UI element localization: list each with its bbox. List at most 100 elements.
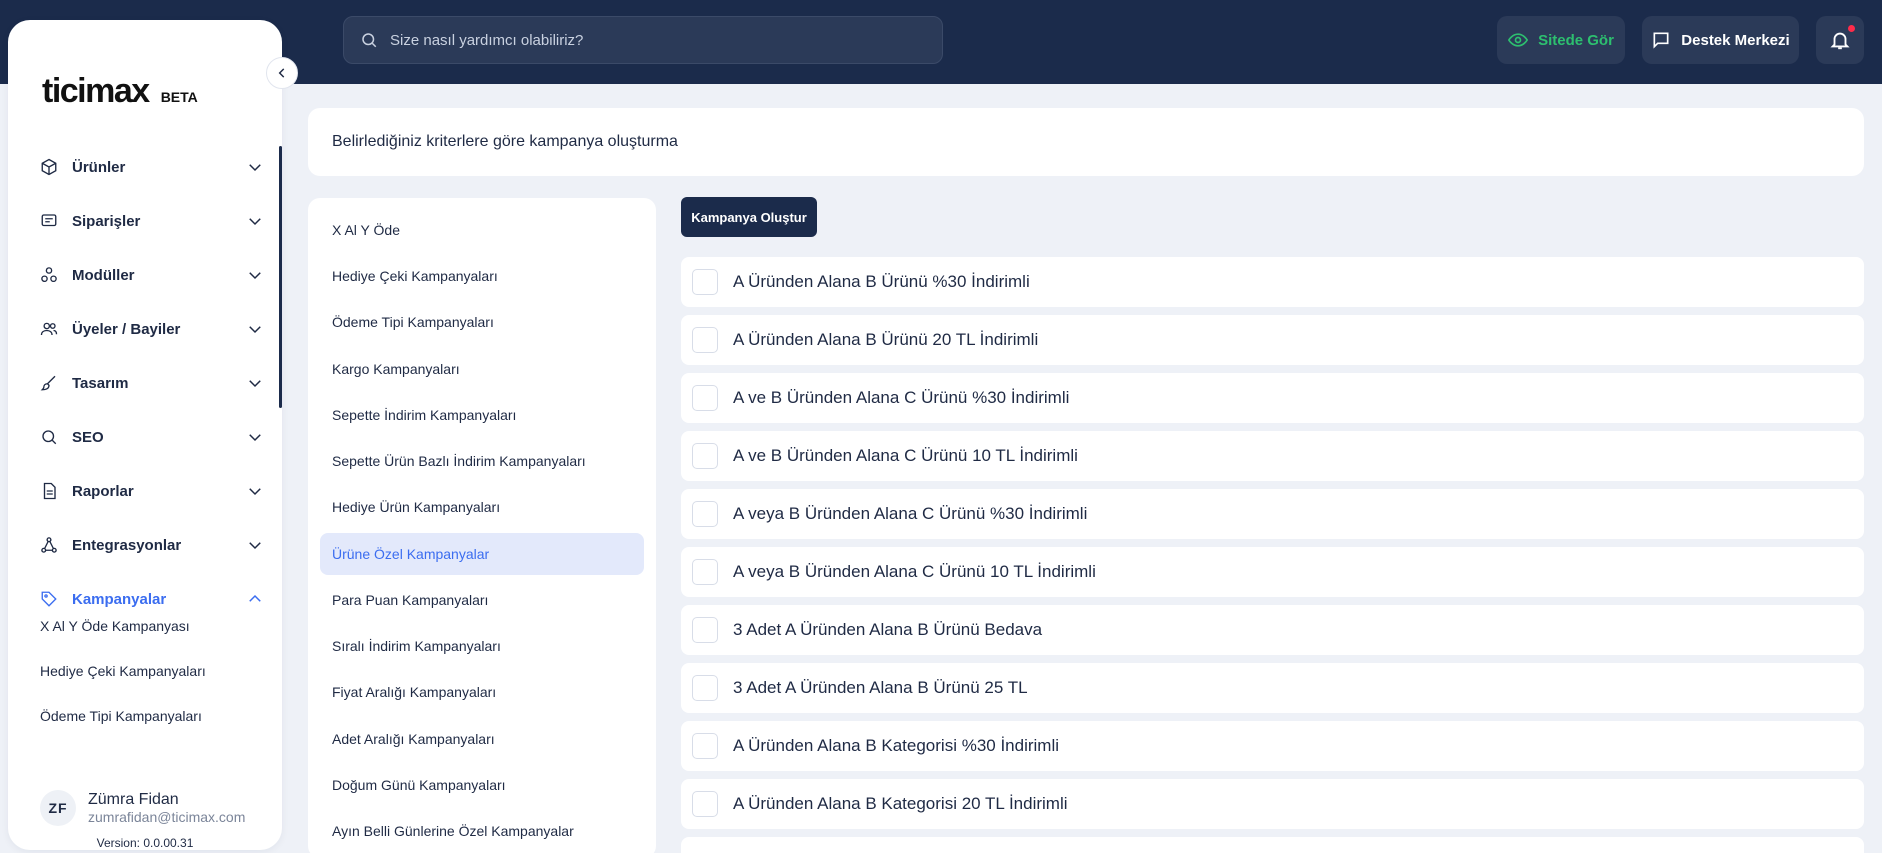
sidebar-item-label: SEO	[72, 428, 104, 446]
search-icon	[360, 31, 378, 49]
sidebar-item-members[interactable]: Üyeler / Bayiler	[30, 309, 270, 349]
campaign-option-row[interactable]: A Üründen Alana B Ürünü %30 İndirimli	[681, 257, 1864, 307]
category-item[interactable]: Sepette Ürün Bazlı İndirim Kampanyaları	[320, 440, 644, 482]
ticimax-logo: ticimax BETA	[42, 72, 198, 111]
chevron-down-icon	[246, 320, 264, 338]
category-item-selected[interactable]: Ürüne Özel Kampanyalar	[320, 533, 644, 575]
option-checkbox[interactable]	[692, 443, 718, 469]
chevron-down-icon	[246, 482, 264, 500]
option-label: A Üründen Alana B Ürünü 20 TL İndirimli	[733, 330, 1039, 349]
brush-icon	[40, 374, 58, 392]
view-site-button[interactable]: Sitede Gör	[1497, 16, 1625, 64]
sidebar-item-label: Ürünler	[72, 158, 126, 176]
option-checkbox[interactable]	[692, 269, 718, 295]
campaign-option-row[interactable]: A Üründen Alana B Kategorisi %30 İndirim…	[681, 721, 1864, 771]
category-item[interactable]: X Al Y Öde	[320, 209, 644, 251]
notification-dot	[1848, 25, 1855, 32]
campaign-option-row-partial[interactable]	[681, 837, 1864, 853]
sidebar-item-integrations[interactable]: Entegrasyonlar	[30, 525, 270, 565]
option-label: A veya B Üründen Alana C Ürünü 10 TL İnd…	[733, 562, 1096, 581]
user-email: zumrafidan@ticimax.com	[88, 809, 246, 825]
option-label: A ve B Üründen Alana C Ürünü 10 TL İndir…	[733, 446, 1078, 465]
avatar: ZF	[40, 790, 76, 826]
sidebar-item-label: Kampanyalar	[72, 590, 167, 608]
campaign-category-list: X Al Y Öde Hediye Çeki Kampanyaları Ödem…	[308, 198, 656, 853]
option-checkbox[interactable]	[692, 385, 718, 411]
option-checkbox[interactable]	[692, 559, 718, 585]
option-label: 3 Adet A Üründen Alana B Ürünü 25 TL	[733, 678, 1028, 697]
sidebar-subitem-x-al-y-ode[interactable]: X Al Y Öde Kampanyası	[40, 618, 190, 634]
user-profile[interactable]: ZF Zümra Fidan zumrafidan@ticimax.com	[40, 790, 245, 826]
campaign-option-row[interactable]: A Üründen Alana B Kategorisi 20 TL İndir…	[681, 779, 1864, 829]
sidebar-item-orders[interactable]: Siparişler	[30, 201, 270, 241]
campaign-option-row[interactable]: 3 Adet A Üründen Alana B Ürünü Bedava	[681, 605, 1864, 655]
sidebar-item-reports[interactable]: Raporlar	[30, 471, 270, 511]
sidebar-item-campaigns[interactable]: Kampanyalar	[30, 579, 270, 619]
option-label: A ve B Üründen Alana C Ürünü %30 İndirim…	[733, 388, 1070, 407]
create-campaign-button[interactable]: Kampanya Oluştur	[681, 197, 817, 237]
option-label: A Üründen Alana B Ürünü %30 İndirimli	[733, 272, 1030, 291]
category-item[interactable]: Doğum Günü Kampanyaları	[320, 764, 644, 806]
campaign-option-row[interactable]: A ve B Üründen Alana C Ürünü %30 İndirim…	[681, 373, 1864, 423]
category-item[interactable]: Adet Aralığı Kampanyaları	[320, 718, 644, 760]
tag-icon	[40, 590, 58, 608]
support-center-button[interactable]: Destek Merkezi	[1642, 16, 1799, 64]
sidebar-item-label: Modüller	[72, 266, 135, 284]
modules-icon	[40, 266, 58, 284]
sidebar-item-design[interactable]: Tasarım	[30, 363, 270, 403]
report-icon	[40, 482, 58, 500]
campaign-option-row[interactable]: A Üründen Alana B Ürünü 20 TL İndirimli	[681, 315, 1864, 365]
campaign-option-row[interactable]: A ve B Üründen Alana C Ürünü 10 TL İndir…	[681, 431, 1864, 481]
option-label: A Üründen Alana B Kategorisi %30 İndirim…	[733, 736, 1060, 755]
category-item[interactable]: Sıralı İndirim Kampanyaları	[320, 625, 644, 667]
option-checkbox[interactable]	[692, 501, 718, 527]
sidebar-subitem-gift-voucher[interactable]: Hediye Çeki Kampanyaları	[40, 663, 206, 679]
sidebar-collapse-button[interactable]	[266, 57, 298, 89]
receipt-icon	[40, 212, 58, 230]
sidebar-item-products[interactable]: Ürünler	[30, 147, 270, 187]
category-item[interactable]: Hediye Ürün Kampanyaları	[320, 486, 644, 528]
sidebar-item-label: Siparişler	[72, 212, 141, 230]
campaign-option-row[interactable]: A veya B Üründen Alana C Ürünü 10 TL İnd…	[681, 547, 1864, 597]
view-site-label: Sitede Gör	[1538, 31, 1614, 49]
option-checkbox[interactable]	[692, 327, 718, 353]
search-input[interactable]	[390, 31, 910, 49]
box-icon	[40, 158, 58, 176]
chevron-up-icon	[246, 590, 264, 608]
category-item[interactable]: Ödeme Tipi Kampanyaları	[320, 301, 644, 343]
category-item[interactable]: Ayın Belli Günlerine Özel Kampanyalar	[320, 810, 644, 852]
page-title-card: Belirlediğiniz kriterlere göre kampanya …	[308, 108, 1864, 176]
sidebar-item-label: Üyeler / Bayiler	[72, 320, 181, 338]
category-item[interactable]: Sepette İndirim Kampanyaları	[320, 394, 644, 436]
campaign-option-row[interactable]: A veya B Üründen Alana C Ürünü %30 İndir…	[681, 489, 1864, 539]
chevron-down-icon	[246, 536, 264, 554]
option-checkbox[interactable]	[692, 733, 718, 759]
support-center-label: Destek Merkezi	[1681, 31, 1790, 49]
category-item[interactable]: Fiyat Aralığı Kampanyaları	[320, 671, 644, 713]
page-title: Belirlediğiniz kriterlere göre kampanya …	[332, 133, 678, 150]
option-checkbox[interactable]	[692, 617, 718, 643]
version-text: Version: 0.0.00.31	[96, 836, 194, 850]
campaign-option-row[interactable]: 3 Adet A Üründen Alana B Ürünü 25 TL	[681, 663, 1864, 713]
category-item[interactable]: Kargo Kampanyaları	[320, 348, 644, 390]
user-name: Zümra Fidan	[88, 791, 179, 808]
sidebar-subitem-payment-type[interactable]: Ödeme Tipi Kampanyaları	[40, 708, 202, 724]
category-item[interactable]: Para Puan Kampanyaları	[320, 579, 644, 621]
search-bar[interactable]	[343, 16, 943, 64]
option-checkbox[interactable]	[692, 791, 718, 817]
bell-icon	[1829, 29, 1851, 51]
chevron-down-icon	[246, 428, 264, 446]
chevron-down-icon	[246, 266, 264, 284]
sidebar-item-modules[interactable]: Modüller	[30, 255, 270, 295]
sidebar: ticimax BETA Ürünler Siparişler Modüller…	[8, 20, 282, 850]
beta-badge: BETA	[160, 89, 198, 105]
category-item[interactable]: Hediye Çeki Kampanyaları	[320, 255, 644, 297]
option-checkbox[interactable]	[692, 675, 718, 701]
sidebar-item-label: Raporlar	[72, 482, 134, 500]
option-label: A veya B Üründen Alana C Ürünü %30 İndir…	[733, 504, 1088, 523]
sidebar-scrollbar[interactable]	[279, 146, 282, 408]
option-label: A Üründen Alana B Kategorisi 20 TL İndir…	[733, 794, 1068, 813]
sidebar-item-seo[interactable]: SEO	[30, 417, 270, 457]
chevron-down-icon	[246, 158, 264, 176]
notifications-button[interactable]	[1816, 16, 1864, 64]
